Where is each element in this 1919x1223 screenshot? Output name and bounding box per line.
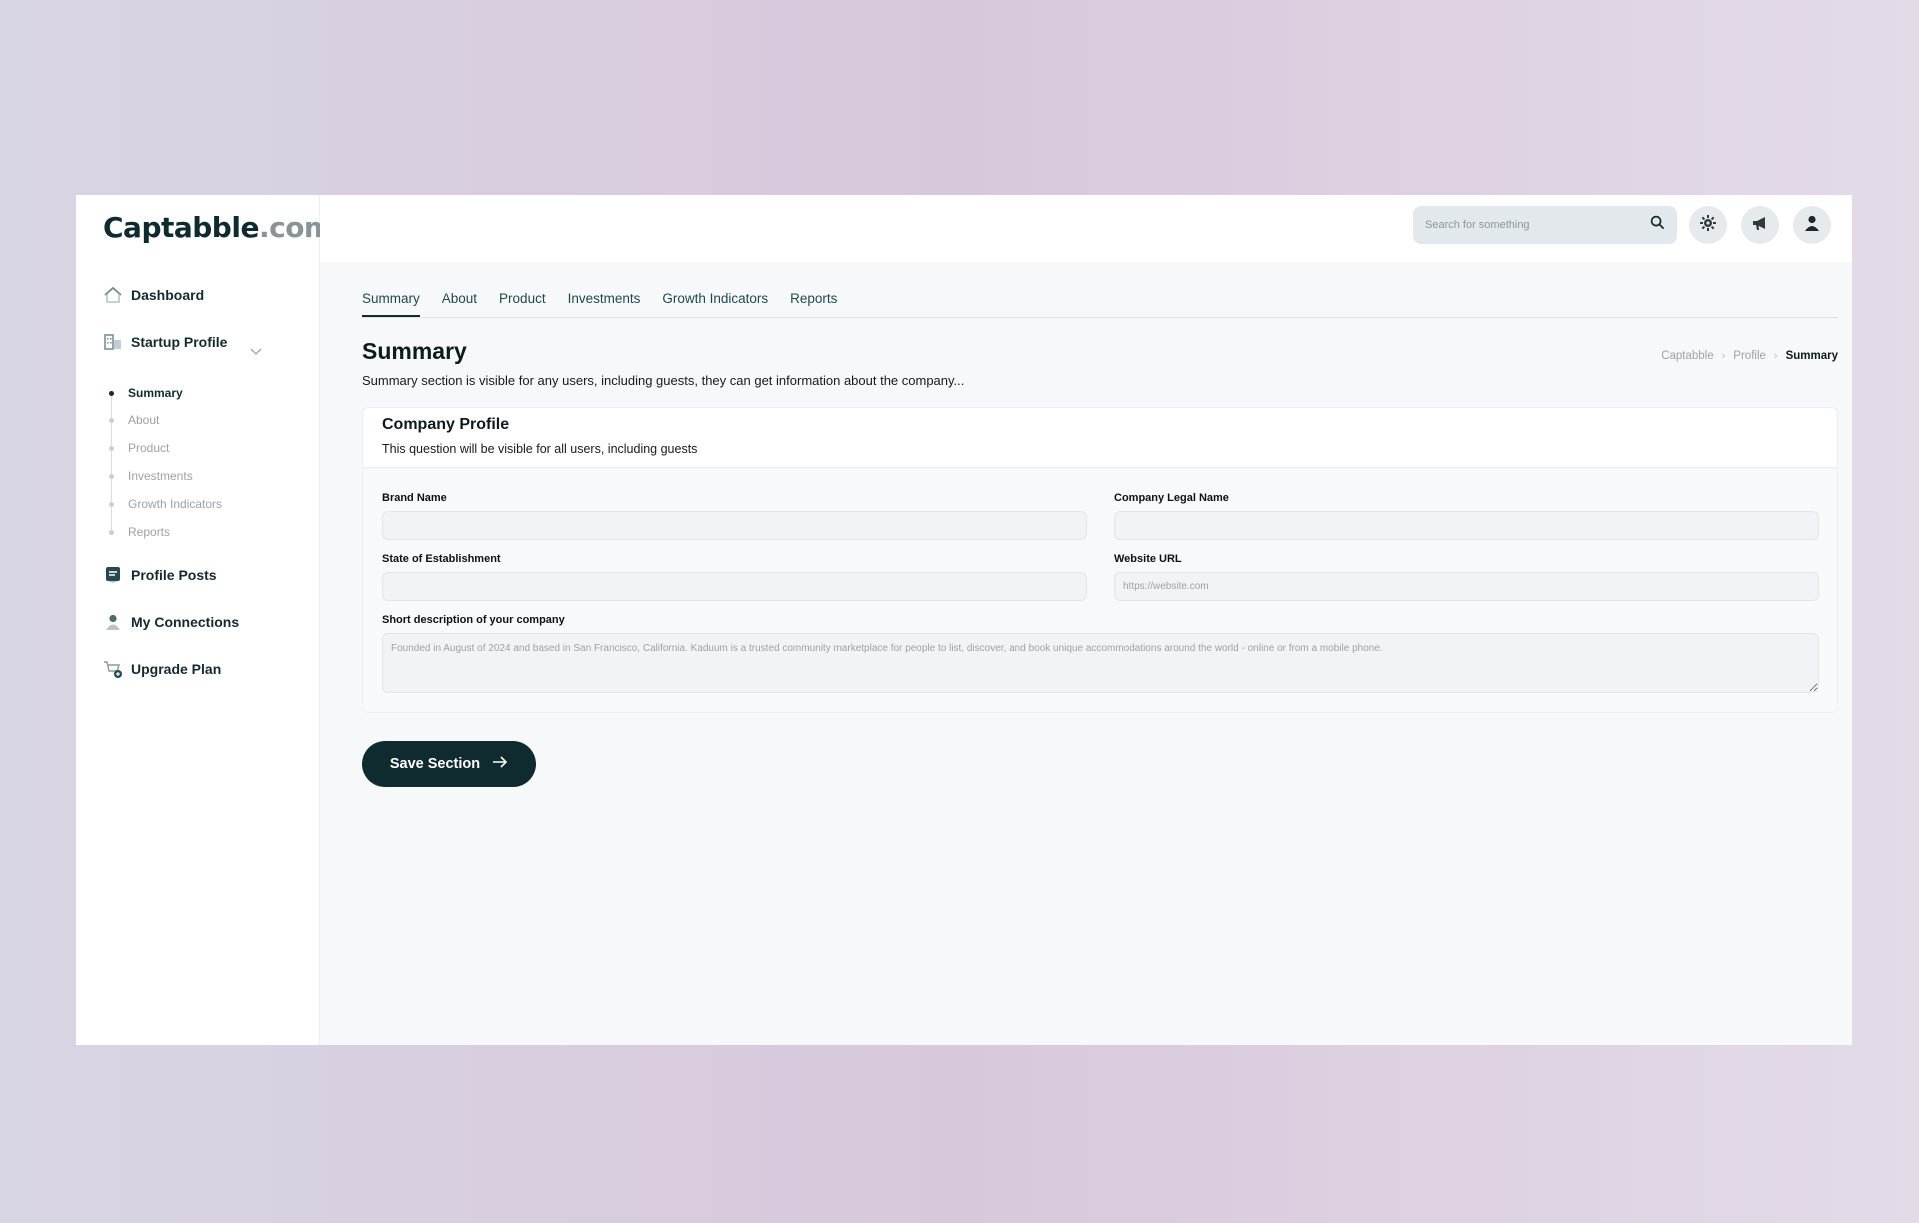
sidebar-item-label: Profile Posts xyxy=(131,567,217,583)
sidebar-item-label: Upgrade Plan xyxy=(131,661,222,677)
logo-name: Captabble xyxy=(103,211,259,244)
sidebar-item-label: My Connections xyxy=(131,614,240,630)
website-input[interactable] xyxy=(1114,572,1819,601)
legal-name-input[interactable] xyxy=(1114,511,1819,540)
sidebar: Captabble.com Dashboard Startup Profile … xyxy=(76,195,333,1045)
building-icon xyxy=(103,332,123,352)
field-label: Website URL xyxy=(1114,553,1182,565)
breadcrumb-item[interactable]: Profile xyxy=(1733,350,1766,362)
subnav-item-reports[interactable]: Reports xyxy=(103,525,170,539)
subnav-label: Product xyxy=(128,441,170,455)
sidebar-item-label: Startup Profile xyxy=(131,334,228,350)
search-icon[interactable] xyxy=(1650,215,1665,235)
save-button-label: Save Section xyxy=(389,756,481,772)
subnav-item-investments[interactable]: Investments xyxy=(103,469,193,483)
breadcrumb-item[interactable]: Captabble xyxy=(1661,350,1713,362)
profile-button[interactable] xyxy=(1793,206,1831,244)
save-section-button[interactable]: Save Section xyxy=(362,741,536,787)
brand-name-field: Brand Name xyxy=(382,492,1087,540)
brand-name-input[interactable] xyxy=(382,511,1087,540)
subnav-label: About xyxy=(128,413,160,427)
card-title: Company Profile xyxy=(382,416,510,433)
subnav-label: Summary xyxy=(128,386,183,400)
field-label: State of Establishment xyxy=(382,553,501,565)
main-content: Summary About Product Investments Growth… xyxy=(320,195,1852,1045)
profile-icon xyxy=(1803,214,1821,237)
subnav-label: Growth Indicators xyxy=(128,497,223,511)
logo[interactable]: Captabble.com xyxy=(103,211,333,244)
subnav-item-about[interactable]: About xyxy=(103,413,159,427)
card-subtitle: This question will be visible for all us… xyxy=(382,442,698,456)
tab-investments[interactable]: Investments xyxy=(568,291,641,317)
subnav-item-growth-indicators[interactable]: Growth Indicators xyxy=(103,497,222,511)
home-icon xyxy=(103,285,123,305)
card-header: Company Profile This question will be vi… xyxy=(363,408,1837,468)
tab-product[interactable]: Product xyxy=(499,291,546,317)
tab-growth-indicators[interactable]: Growth Indicators xyxy=(662,291,768,317)
user-icon xyxy=(103,612,123,632)
breadcrumb: Captabble › Profile › Summary xyxy=(1661,350,1838,362)
megaphone-icon xyxy=(1751,214,1769,237)
arrow-right-icon xyxy=(492,755,508,773)
announcements-button[interactable] xyxy=(1741,206,1779,244)
state-input[interactable] xyxy=(382,572,1087,601)
field-label: Brand Name xyxy=(382,492,447,504)
bullet-icon xyxy=(109,445,114,451)
subnav-label: Investments xyxy=(128,469,193,483)
settings-icon xyxy=(1699,214,1717,237)
subnav-item-summary[interactable]: Summary xyxy=(103,386,183,400)
top-bar xyxy=(320,195,1852,262)
sidebar-item-startup-profile[interactable]: Startup Profile xyxy=(103,332,227,352)
bullet-icon xyxy=(109,529,114,535)
company-profile-card: Company Profile This question will be vi… xyxy=(362,407,1838,713)
sidebar-item-upgrade-plan[interactable]: Upgrade Plan xyxy=(103,659,221,679)
bullet-icon xyxy=(109,501,114,507)
app-window: Captabble.com Dashboard Startup Profile … xyxy=(76,195,1852,1045)
settings-button[interactable] xyxy=(1689,206,1727,244)
field-label: Short description of your company xyxy=(382,614,565,626)
subnav-label: Reports xyxy=(128,525,171,539)
chevron-right-icon: › xyxy=(1773,350,1778,362)
website-field: Website URL xyxy=(1114,553,1819,601)
search-input[interactable] xyxy=(1425,219,1650,231)
chevron-down-icon[interactable] xyxy=(248,343,264,359)
tab-bar: Summary About Product Investments Growth… xyxy=(362,291,1838,318)
breadcrumb-current: Summary xyxy=(1785,350,1838,362)
bullet-icon xyxy=(109,417,114,423)
state-field: State of Establishment xyxy=(382,553,1087,601)
page-description: Summary section is visible for any users… xyxy=(362,373,965,388)
chevron-right-icon: › xyxy=(1721,350,1726,362)
field-label: Company Legal Name xyxy=(1114,492,1229,504)
bullet-icon xyxy=(109,390,114,396)
sidebar-item-label: Dashboard xyxy=(131,287,205,303)
sidebar-item-dashboard[interactable]: Dashboard xyxy=(103,285,204,305)
description-textarea[interactable] xyxy=(382,633,1819,693)
sidebar-item-my-connections[interactable]: My Connections xyxy=(103,612,239,632)
page-title: Summary xyxy=(362,338,467,364)
posts-icon xyxy=(103,565,123,585)
tab-summary[interactable]: Summary xyxy=(362,291,420,317)
legal-name-field: Company Legal Name xyxy=(1114,492,1819,540)
subnav-item-product[interactable]: Product xyxy=(103,441,169,455)
search-box[interactable] xyxy=(1413,206,1677,244)
description-field: Short description of your company xyxy=(382,614,1819,698)
tab-about[interactable]: About xyxy=(442,291,477,317)
sidebar-item-profile-posts[interactable]: Profile Posts xyxy=(103,565,217,585)
bullet-icon xyxy=(109,473,114,479)
cart-icon xyxy=(103,659,123,679)
tab-reports[interactable]: Reports xyxy=(790,291,837,317)
